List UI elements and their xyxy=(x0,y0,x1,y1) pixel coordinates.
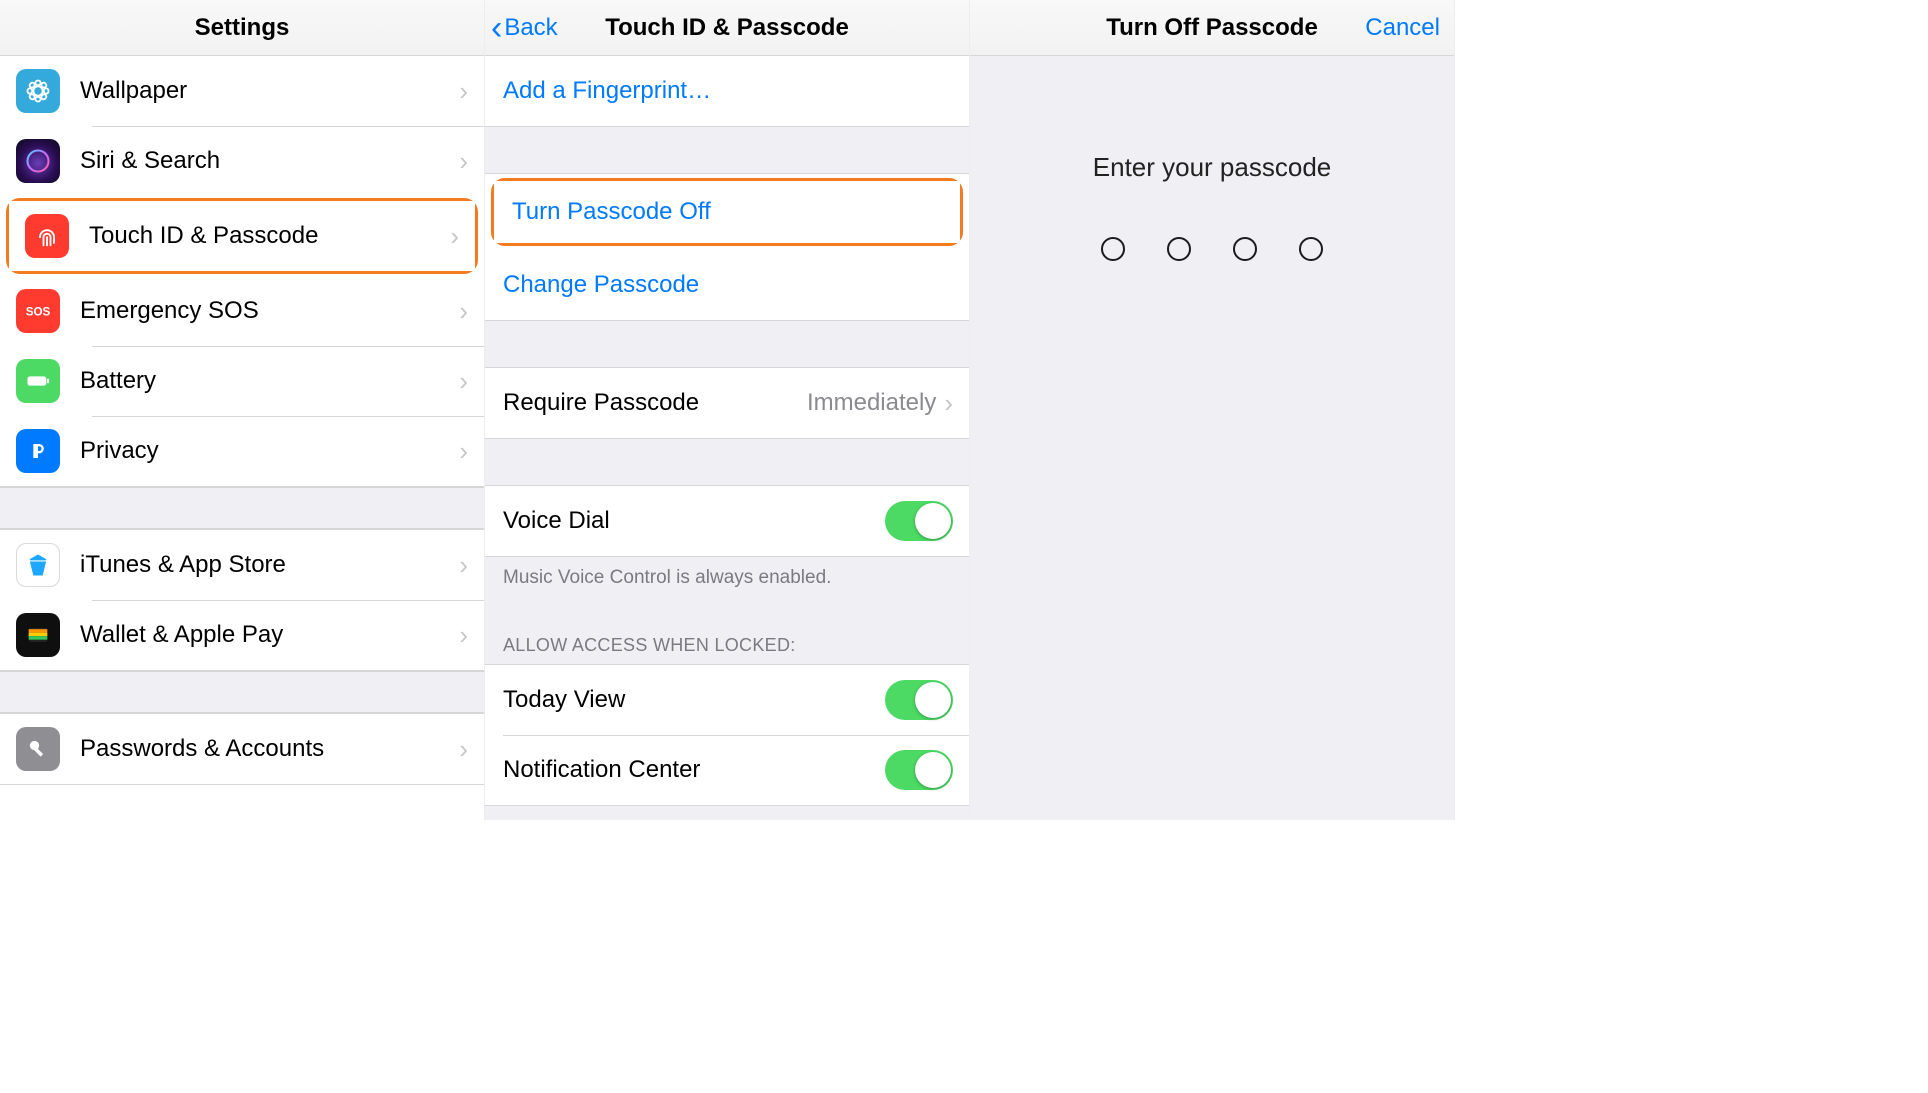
touchid-title: Touch ID & Passcode xyxy=(605,14,849,42)
settings-pane: Settings Wallpaper›Siri & Search›Touch I… xyxy=(0,0,485,820)
settings-title: Settings xyxy=(195,14,290,42)
passcode-dots xyxy=(1101,237,1323,261)
voice-footer-text: Music Voice Control is always enabled. xyxy=(485,557,969,613)
svg-text:SOS: SOS xyxy=(26,306,51,319)
chevron-right-icon: › xyxy=(450,221,459,252)
require-passcode-value: Immediately xyxy=(807,389,936,417)
chevron-right-icon: › xyxy=(459,366,468,397)
touchid-navbar: ‹ Back Touch ID & Passcode xyxy=(485,0,969,56)
passcode-title: Turn Off Passcode xyxy=(1106,14,1318,42)
chevron-right-icon: › xyxy=(459,76,468,107)
allow-access-header: ALLOW ACCESS WHEN LOCKED: xyxy=(485,613,969,664)
change-passcode-button[interactable]: Change Passcode xyxy=(485,250,969,320)
settings-row-siri[interactable]: Siri & Search› xyxy=(0,126,484,196)
today-view-row: Today View xyxy=(485,665,969,735)
settings-row-label: Battery xyxy=(80,367,459,395)
notification-center-toggle[interactable] xyxy=(885,750,953,790)
notification-center-label: Notification Center xyxy=(503,756,885,784)
turn-passcode-off-label: Turn Passcode Off xyxy=(512,198,944,226)
chevron-right-icon: › xyxy=(459,734,468,765)
chevron-right-icon: › xyxy=(459,296,468,327)
privacy-icon xyxy=(16,429,60,473)
passcode-prompt: Enter your passcode xyxy=(1093,152,1331,183)
cancel-button[interactable]: Cancel xyxy=(1365,0,1440,56)
voice-dial-label: Voice Dial xyxy=(503,507,885,535)
settings-list: Wallpaper›Siri & Search›Touch ID & Passc… xyxy=(0,56,484,820)
add-fingerprint-button[interactable]: Add a Fingerprint… xyxy=(485,56,969,126)
chevron-right-icon: › xyxy=(459,436,468,467)
settings-row-battery[interactable]: Battery› xyxy=(0,346,484,416)
chevron-right-icon: › xyxy=(944,388,953,419)
settings-row-passwords[interactable]: Passwords & Accounts› xyxy=(0,714,484,784)
passcode-dot xyxy=(1167,237,1191,261)
settings-row-label: Emergency SOS xyxy=(80,297,459,325)
today-view-label: Today View xyxy=(503,686,885,714)
settings-row-label: Passwords & Accounts xyxy=(80,735,459,763)
settings-row-itunes[interactable]: iTunes & App Store› xyxy=(0,530,484,600)
settings-row-touchid[interactable]: Touch ID & Passcode› xyxy=(9,201,475,271)
chevron-right-icon: › xyxy=(459,146,468,177)
chevron-right-icon: › xyxy=(459,620,468,651)
voice-dial-row: Voice Dial xyxy=(485,486,969,556)
passwords-icon xyxy=(16,727,60,771)
require-passcode-row[interactable]: Require Passcode Immediately › xyxy=(485,368,969,438)
notification-center-row: Notification Center xyxy=(485,735,969,805)
cancel-label: Cancel xyxy=(1365,14,1440,42)
wallpaper-icon xyxy=(16,69,60,113)
voice-dial-toggle[interactable] xyxy=(885,501,953,541)
settings-row-label: Touch ID & Passcode xyxy=(89,222,450,250)
settings-row-label: Wallet & Apple Pay xyxy=(80,621,459,649)
battery-icon xyxy=(16,359,60,403)
touchid-icon xyxy=(25,214,69,258)
back-button[interactable]: ‹ Back xyxy=(491,0,558,56)
turn-passcode-off-button[interactable]: Turn Passcode Off xyxy=(494,181,960,243)
settings-row-privacy[interactable]: Privacy› xyxy=(0,416,484,486)
back-label: Back xyxy=(504,14,557,42)
touchid-content: Add a Fingerprint… Turn Passcode Off Cha… xyxy=(485,56,969,820)
settings-row-sos[interactable]: SOS Emergency SOS› xyxy=(0,276,484,346)
sos-icon: SOS xyxy=(16,289,60,333)
siri-icon xyxy=(16,139,60,183)
passcode-body: Enter your passcode xyxy=(970,56,1454,820)
change-passcode-label: Change Passcode xyxy=(503,271,953,299)
touchid-pane: ‹ Back Touch ID & Passcode Add a Fingerp… xyxy=(485,0,970,820)
add-fingerprint-label: Add a Fingerprint… xyxy=(503,77,953,105)
settings-row-label: Siri & Search xyxy=(80,147,459,175)
settings-row-label: Privacy xyxy=(80,437,459,465)
passcode-navbar: Turn Off Passcode Cancel xyxy=(970,0,1454,56)
itunes-icon xyxy=(16,543,60,587)
passcode-dot xyxy=(1101,237,1125,261)
settings-row-wallpaper[interactable]: Wallpaper› xyxy=(0,56,484,126)
passcode-entry-pane: Turn Off Passcode Cancel Enter your pass… xyxy=(970,0,1455,820)
today-view-toggle[interactable] xyxy=(885,680,953,720)
chevron-right-icon: › xyxy=(459,550,468,581)
settings-navbar: Settings xyxy=(0,0,484,56)
settings-row-wallet[interactable]: Wallet & Apple Pay› xyxy=(0,600,484,670)
wallet-icon xyxy=(16,613,60,657)
require-passcode-label: Require Passcode xyxy=(503,389,807,417)
passcode-dot xyxy=(1233,237,1257,261)
settings-row-label: iTunes & App Store xyxy=(80,551,459,579)
chevron-left-icon: ‹ xyxy=(491,11,502,45)
settings-row-label: Wallpaper xyxy=(80,77,459,105)
passcode-dot xyxy=(1299,237,1323,261)
